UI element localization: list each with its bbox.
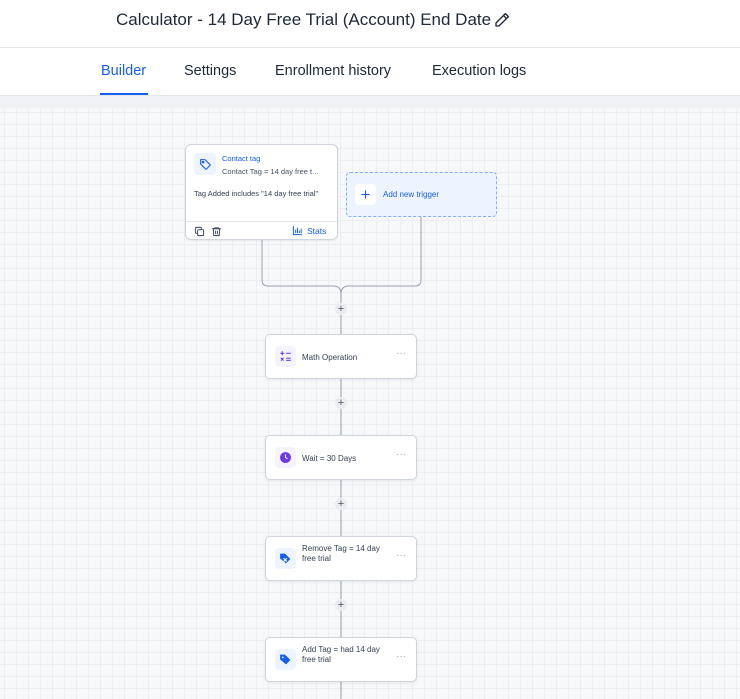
more-options-button[interactable]: ···	[395, 450, 407, 463]
more-options-button[interactable]: ···	[395, 349, 407, 362]
copy-icon[interactable]	[194, 226, 205, 237]
trigger-icon-box	[194, 153, 216, 175]
workflow-title: Calculator - 14 Day Free Trial (Account)…	[116, 10, 492, 29]
pencil-icon[interactable]	[493, 11, 511, 29]
action-label: Wait = 30 Days	[302, 454, 357, 463]
action-label: Math Operation	[302, 353, 358, 362]
add-step-button[interactable]: +	[335, 397, 347, 409]
action-icon-box	[275, 447, 296, 468]
tab-builder[interactable]: Builder	[101, 63, 146, 79]
trigger-card-contact-tag[interactable]: Contact tag Contact Tag = 14 day free t.…	[185, 144, 338, 240]
stats-label: Stats	[307, 225, 327, 236]
stats-button[interactable]: Stats	[292, 225, 326, 236]
action-icon-box	[275, 346, 296, 367]
tab-enrollment-history[interactable]: Enrollment history	[275, 63, 391, 79]
tag-icon	[199, 158, 211, 170]
trash-icon[interactable]	[211, 226, 222, 237]
add-trigger-label: Add new trigger	[383, 190, 440, 199]
action-label: Remove Tag = 14 day free trial	[302, 544, 380, 563]
remove-tag-icon	[280, 553, 291, 564]
action-card-math-operation[interactable]: Math Operation ···	[265, 334, 417, 379]
add-trigger-plus-box	[355, 184, 376, 205]
more-options-button[interactable]: ···	[395, 652, 407, 665]
action-icon-box	[275, 548, 296, 569]
trigger-condition: Tag Added includes "14 day free trial"	[194, 189, 319, 198]
add-new-trigger-button[interactable]: Add new trigger	[346, 172, 497, 217]
more-options-button[interactable]: ···	[395, 551, 407, 564]
add-step-button[interactable]: +	[335, 498, 347, 510]
workflow-canvas[interactable]: Contact tag Contact Tag = 14 day free t.…	[0, 96, 740, 699]
clock-icon	[280, 452, 291, 463]
tab-execution-logs[interactable]: Execution logs	[432, 63, 526, 79]
action-label: Add Tag = had 14 day free trial	[302, 645, 380, 664]
active-tab-indicator	[100, 93, 148, 95]
add-tag-icon	[280, 654, 291, 665]
action-icon-box	[275, 649, 296, 670]
trigger-title: Contact tag	[222, 154, 261, 163]
action-card-remove-tag[interactable]: Remove Tag = 14 day free trial ···	[265, 536, 417, 581]
add-step-button[interactable]: +	[335, 303, 347, 315]
math-operation-icon	[280, 351, 291, 361]
tab-settings[interactable]: Settings	[184, 63, 236, 79]
action-card-add-tag[interactable]: Add Tag = had 14 day free trial ···	[265, 637, 417, 682]
page-header: Calculator - 14 Day Free Trial (Account)…	[0, 0, 740, 48]
plus-icon	[361, 190, 370, 199]
trigger-card-footer: Stats	[186, 221, 337, 240]
add-step-button[interactable]: +	[335, 599, 347, 611]
bar-chart-icon	[292, 225, 303, 236]
tab-bar: Builder Settings Enrollment history Exec…	[0, 48, 740, 96]
trigger-subtitle: Contact Tag = 14 day free t...	[222, 167, 319, 176]
action-card-wait[interactable]: Wait = 30 Days ···	[265, 435, 417, 480]
